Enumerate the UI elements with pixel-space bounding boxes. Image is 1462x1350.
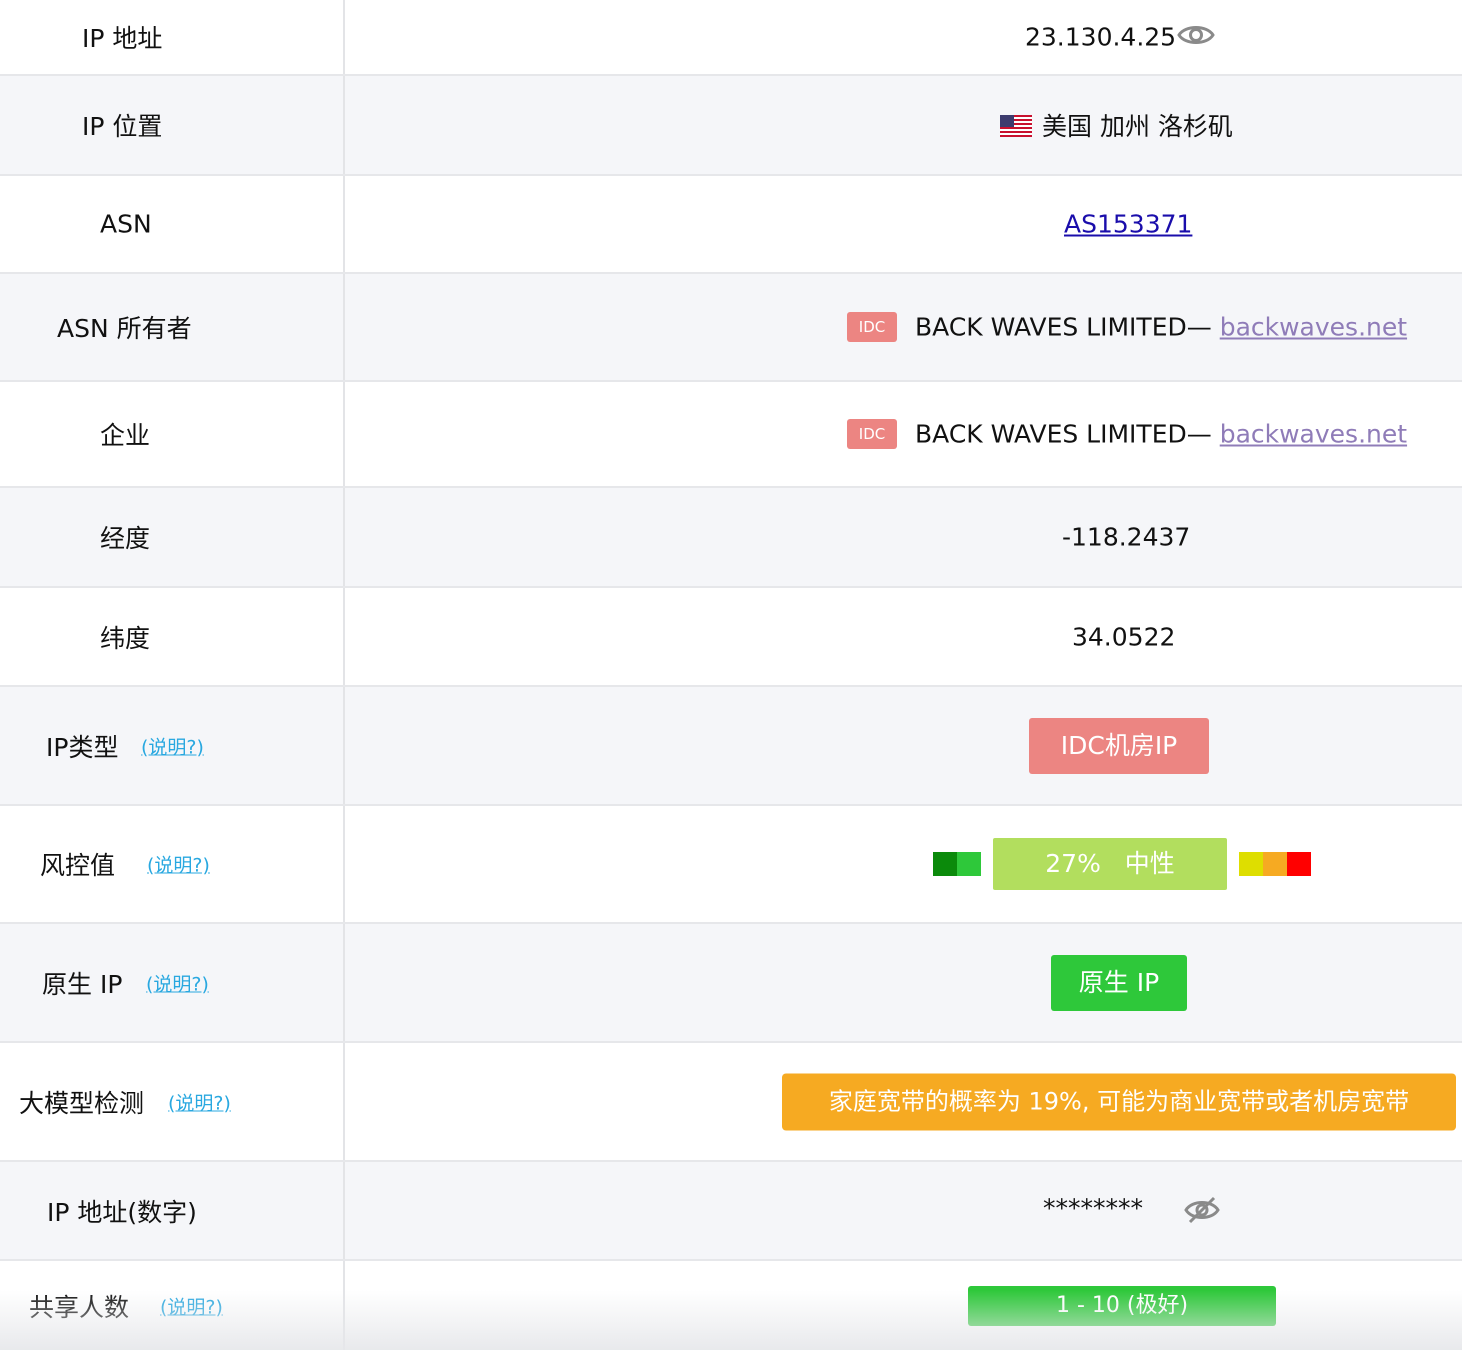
risk-scale-segment — [933, 852, 957, 876]
row-ip-address: IP 地址 23.130.4.25 — [0, 0, 1462, 76]
enterprise-value: BACK WAVES LIMITED— backwaves.net — [915, 420, 1407, 449]
row-label-cell: 原生 IP (说明?) — [0, 924, 345, 1041]
row-label-cell: 纬度 — [0, 588, 345, 685]
row-shared-users: 共享人数 (说明?) 1 - 10 (极好) — [0, 1261, 1462, 1350]
risk-scale-segment — [1239, 852, 1263, 876]
row-ip-location: IP 位置 美国 加州 洛杉矶 — [0, 76, 1462, 176]
risk-help-link[interactable]: (说明?) — [147, 851, 210, 878]
row-label-cell: IP类型 (说明?) — [0, 687, 345, 804]
longitude-value: -118.2437 — [1062, 522, 1191, 552]
row-risk-score: 风控值 (说明?) 27% 中性 — [0, 806, 1462, 924]
risk-label: 风控值 — [40, 851, 116, 880]
row-latitude: 纬度 34.0522 — [0, 588, 1462, 687]
row-label-cell: 经度 — [0, 488, 345, 586]
ip-address-value: 23.130.4.25 — [1025, 22, 1177, 52]
row-label-cell: 企业 — [0, 382, 345, 486]
ip-type-label: IP类型 — [46, 732, 119, 762]
asn-label: ASN — [100, 209, 152, 239]
idc-tag: IDC — [847, 419, 897, 449]
row-longitude: 经度 -118.2437 — [0, 488, 1462, 588]
llm-detect-help-link[interactable]: (说明?) — [168, 1088, 231, 1115]
row-label-cell: ASN — [0, 176, 345, 272]
ip-type-badge: IDC机房IP — [1029, 717, 1209, 774]
us-flag-icon — [1000, 114, 1032, 143]
asn-owner-domain-link[interactable]: backwaves.net — [1220, 313, 1407, 342]
enterprise-separator: — — [1186, 419, 1212, 449]
enterprise-domain-link[interactable]: backwaves.net — [1220, 420, 1407, 449]
risk-scale-segment — [957, 852, 981, 876]
ip-location-label: IP 位置 — [82, 112, 163, 141]
row-ip-type: IP类型 (说明?) IDC机房IP — [0, 687, 1462, 806]
latitude-label: 纬度 — [100, 623, 151, 653]
ip-location-value: 美国 加州 洛杉矶 — [1042, 112, 1233, 141]
row-enterprise: 企业 IDC BACK WAVES LIMITED— backwaves.net — [0, 382, 1462, 488]
shared-users-help-link[interactable]: (说明?) — [160, 1292, 223, 1319]
row-label-cell: IP 地址(数字) — [0, 1162, 345, 1259]
llm-detect-label: 大模型检测 — [19, 1088, 145, 1118]
eye-off-icon[interactable] — [1184, 1195, 1220, 1229]
row-label-cell: 共享人数 (说明?) — [0, 1261, 345, 1350]
risk-scale-segment — [1287, 852, 1311, 876]
risk-percent: 27% — [1045, 849, 1101, 878]
latitude-value: 34.0522 — [1072, 622, 1176, 651]
row-label-cell: IP 地址 — [0, 0, 345, 74]
longitude-label: 经度 — [100, 524, 151, 553]
row-label-cell: ASN 所有者 — [0, 274, 345, 380]
risk-scale-segment — [1263, 852, 1287, 876]
ip-address-label: IP 地址 — [82, 24, 163, 53]
enterprise-name: BACK WAVES LIMITED — [915, 419, 1187, 449]
row-asn: ASN AS153371 — [0, 176, 1462, 274]
idc-tag: IDC — [847, 312, 897, 342]
native-ip-label: 原生 IP — [42, 969, 123, 999]
ip-numeric-value: ******** — [1043, 1193, 1143, 1223]
row-label-cell: 风控值 (说明?) — [0, 806, 345, 922]
row-asn-owner: ASN 所有者 IDC BACK WAVES LIMITED— backwave… — [0, 274, 1462, 382]
asn-owner-separator: — — [1186, 312, 1212, 342]
llm-detect-badge: 家庭宽带的概率为 19%, 可能为商业宽带或者机房宽带 — [782, 1073, 1456, 1130]
shared-users-badge: 1 - 10 (极好) — [968, 1285, 1276, 1326]
row-native-ip: 原生 IP (说明?) 原生 IP — [0, 924, 1462, 1043]
shared-users-label: 共享人数 — [29, 1292, 130, 1322]
native-ip-badge: 原生 IP — [1051, 954, 1187, 1011]
eye-icon[interactable] — [1177, 21, 1215, 53]
row-label-cell: IP 位置 — [0, 76, 345, 174]
ip-numeric-label: IP 地址(数字) — [47, 1197, 197, 1227]
ip-type-help-link[interactable]: (说明?) — [141, 732, 204, 759]
risk-score-badge: 27% 中性 — [993, 838, 1227, 890]
row-label-cell: 大模型检测 (说明?) — [0, 1043, 345, 1160]
asn-owner-value: BACK WAVES LIMITED— backwaves.net — [915, 313, 1407, 342]
native-ip-help-link[interactable]: (说明?) — [146, 969, 209, 996]
asn-link[interactable]: AS153371 — [1064, 210, 1192, 239]
ip-location-value-wrap: 美国 加州 洛杉矶 — [1000, 107, 1233, 143]
enterprise-label: 企业 — [100, 421, 151, 450]
row-ip-numeric: IP 地址(数字) ******** — [0, 1162, 1462, 1261]
risk-level: 中性 — [1124, 849, 1175, 878]
row-llm-detection: 大模型检测 (说明?) 家庭宽带的概率为 19%, 可能为商业宽带或者机房宽带 — [0, 1043, 1462, 1162]
asn-owner-label: ASN 所有者 — [57, 314, 192, 343]
asn-owner-name: BACK WAVES LIMITED — [915, 312, 1187, 342]
